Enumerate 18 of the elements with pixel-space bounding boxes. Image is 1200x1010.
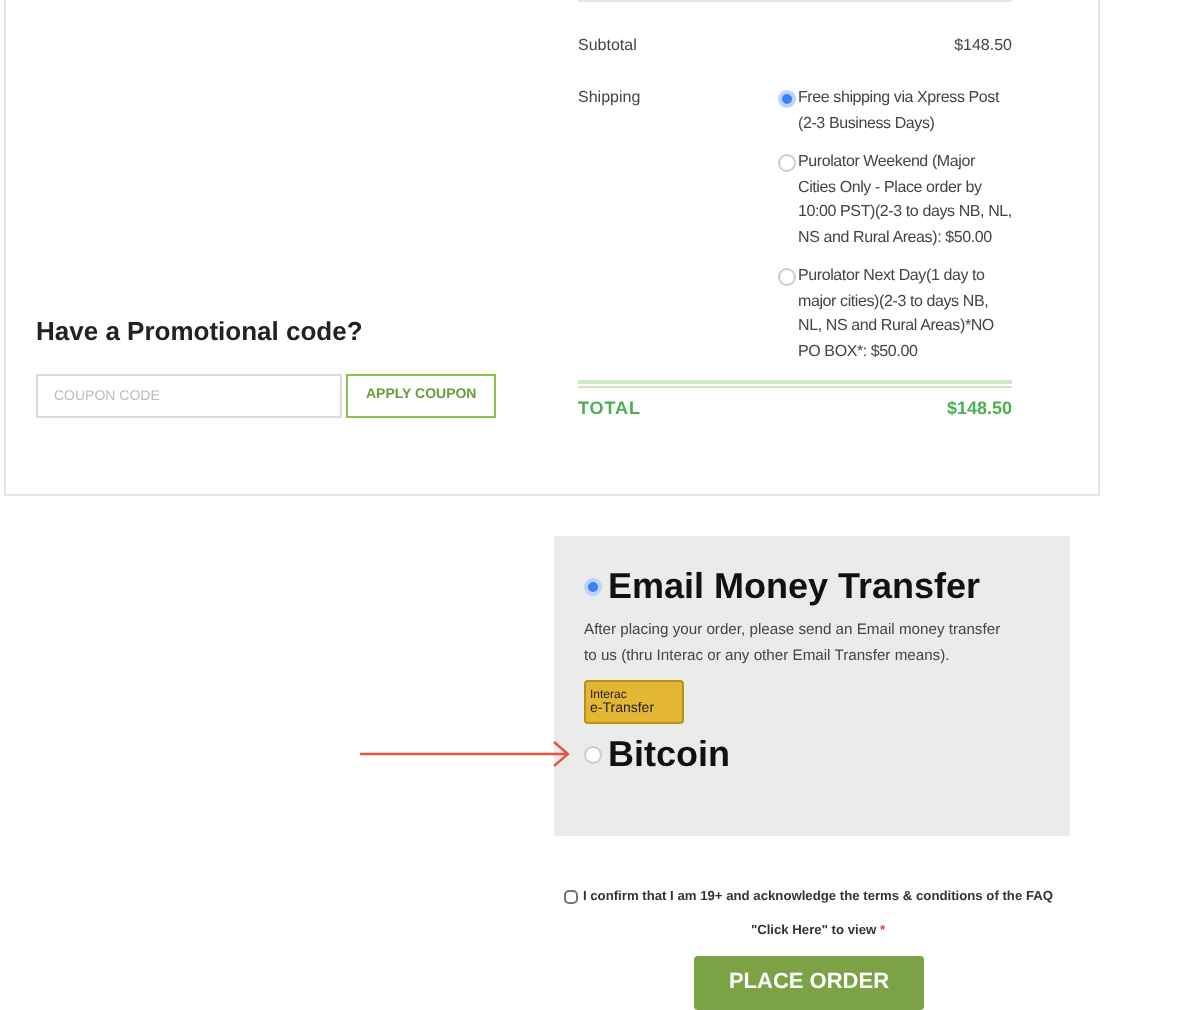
subtotal-value: $148.50	[954, 34, 1012, 58]
promo-heading: Have a Promotional code?	[36, 313, 365, 349]
radio-button[interactable]	[778, 154, 796, 172]
total-label: TOTAL	[578, 396, 641, 422]
shipping-option-label: Purolator Next Day(1 day to major cities)(2-3 to days NB, NL, NS and Rural Areas)*NO PO BOX*: $50.00	[798, 264, 996, 363]
shipping-option-label: Free shipping via Xpress Post (2-3 Business Days)	[798, 86, 1002, 136]
radio-button[interactable]	[778, 90, 796, 108]
total-value: $148.50	[946, 396, 1012, 422]
shipping-label: Shipping	[578, 86, 643, 110]
place-order-button[interactable]: PLACE ORDER	[694, 956, 924, 1010]
payment-method-title: Bitcoin	[608, 732, 730, 776]
radio-button[interactable]	[584, 745, 602, 763]
subtotal-label: Subtotal	[578, 34, 637, 58]
terms-checkbox[interactable]	[564, 890, 578, 904]
radio-button[interactable]	[778, 268, 796, 286]
shipping-option-label: Purolator Weekend (Major Cities Only - Place order by 10:00 PST)(2-3 to days NB, NL, NS and Rural Areas): $50.00	[798, 150, 1012, 250]
payment-method-title: Email Money Transfer	[608, 564, 981, 608]
radio-button[interactable]	[584, 577, 602, 595]
